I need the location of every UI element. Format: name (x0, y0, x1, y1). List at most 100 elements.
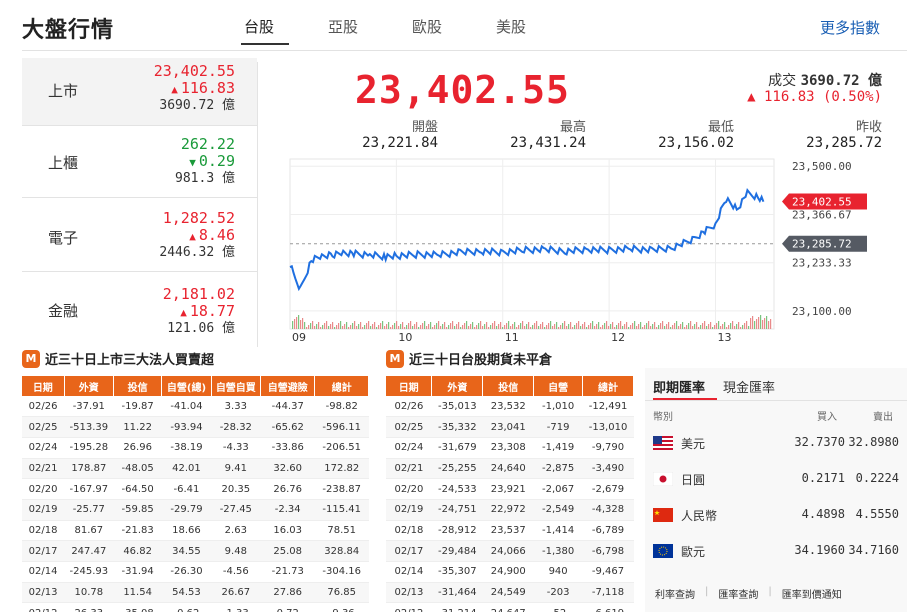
tab-us[interactable]: 美股 (490, 16, 574, 46)
link-separator: | (768, 586, 772, 597)
volume-bar (756, 319, 758, 329)
tab-europe[interactable]: 歐股 (406, 16, 490, 46)
intraday-chart[interactable]: 23,500.00 23,366.67 23,233.33 23,100.00 09 1… (287, 150, 907, 345)
volume-bar (508, 321, 510, 329)
tab-asia[interactable]: 亞股 (322, 16, 406, 46)
date-cell: 02/13 (386, 582, 432, 604)
date-cell: 02/21 (386, 458, 432, 480)
value-cell: 3.33 (211, 396, 261, 418)
value-cell: -33.86 (260, 437, 315, 459)
volume-bar (372, 324, 374, 329)
table-row: 02/20 -24,533 23,921 -2,067 -2,679 (386, 478, 634, 500)
rate-alert-link[interactable]: 匯率到價通知 (782, 586, 842, 601)
value-cell: 54.53 (161, 582, 212, 604)
value-cell: 11.54 (113, 582, 162, 604)
volume-bar (456, 324, 458, 329)
fx-row-usd[interactable]: 美元 32.7370 32.8980 (653, 432, 899, 468)
volume-bar (732, 321, 734, 329)
volume-bar (590, 323, 592, 329)
value-cell: 940 (533, 561, 583, 583)
current-price-tag: 23,402.55 (782, 193, 867, 210)
column-header: 自營自買 (211, 376, 261, 396)
fx-sell-rate: 32.8980 (848, 435, 899, 449)
value-cell: -203 (533, 582, 583, 604)
volume-bar (394, 323, 396, 329)
value-cell: -25,255 (431, 458, 483, 480)
volume-bar (624, 324, 626, 329)
volume-bar (748, 326, 750, 329)
tab-taiwan[interactable]: 台股 (238, 16, 322, 46)
volume-bar (742, 325, 744, 329)
index-item-finance[interactable]: 金融 2,181.02 18.77 121.06 億 (22, 272, 257, 344)
volume-bar (676, 321, 678, 329)
futures-title: 近三十日台股期貨未平倉 (409, 353, 553, 368)
volume-bar (346, 322, 348, 329)
index-item-otc[interactable]: 上櫃 262.22 0.29 981.3 億 (22, 126, 257, 198)
x-tick-label: 13 (717, 331, 731, 344)
volume-bar (294, 319, 296, 329)
volume-bar (426, 326, 428, 329)
column-header: 外資 (64, 376, 114, 396)
value-cell: -2,875 (533, 458, 583, 480)
interest-rate-link[interactable]: 利率查詢 (655, 586, 695, 601)
table-row: 02/12-31,21424,647-52-6,619 (386, 602, 634, 612)
tab-cash-rate[interactable]: 現金匯率 (723, 377, 775, 396)
index-item-listed[interactable]: 上市 23,402.55 116.83 3690.72 億 (22, 58, 257, 126)
volume-bar (634, 321, 636, 329)
volume-bar (304, 322, 306, 329)
exchange-rate-link[interactable]: 匯率查詢 (718, 586, 758, 601)
value-cell: -1,419 (533, 437, 583, 459)
volume-bar (760, 315, 762, 329)
table-row: 02/17 247.47 46.82 34.55 9.48 25.08 328.84 (22, 540, 369, 562)
volume-bar (368, 321, 370, 329)
total-cell: 78.51 (314, 520, 369, 542)
value-cell: -31.94 (113, 561, 162, 583)
value-cell: -26.30 (161, 561, 212, 583)
fx-currency-name: 日圓 (681, 473, 706, 487)
value-cell: -64.50 (113, 478, 162, 500)
date-cell: 02/19 (386, 499, 432, 521)
date-cell: 02/20 (22, 478, 65, 500)
volume-bar (398, 326, 400, 329)
value-cell: -21.73 (260, 561, 315, 583)
fx-row-cny[interactable]: 人民幣 4.4898 4.5550 (653, 504, 899, 540)
fx-divider (645, 400, 907, 401)
value-cell: -0.62 (161, 602, 212, 612)
volume-bar (630, 325, 632, 329)
fx-sell-rate: 0.2224 (855, 471, 899, 485)
volume-bar (586, 327, 588, 329)
volume-bar (632, 323, 634, 329)
table-row: 02/26 -35,013 23,532 -1,010 -12,491 (386, 396, 634, 418)
index-item-electronics[interactable]: 電子 1,282.52 8.46 2446.32 億 (22, 198, 257, 272)
volume-bar (442, 324, 444, 329)
tab-spot-rate[interactable]: 即期匯率 (653, 377, 705, 396)
us-flag-icon (653, 436, 673, 450)
volume-bar (762, 320, 764, 329)
value-cell: 9.41 (211, 458, 261, 480)
volume-bar (396, 321, 398, 329)
volume-bar (606, 321, 608, 329)
stat-label: 昨收 (855, 120, 882, 135)
more-indices-link[interactable]: 更多指數 (820, 17, 880, 38)
index-volume: 121.06 億 (167, 321, 235, 336)
link-separator: | (705, 586, 709, 597)
volume-bar (578, 321, 580, 329)
volume-bar (326, 321, 328, 329)
date-cell: 02/21 (22, 458, 65, 480)
volume-bar (500, 322, 502, 329)
volume-bar (576, 323, 578, 329)
table-row: 02/25 -35,332 23,041 -719 -13,010 (386, 416, 634, 438)
volume-bar (374, 322, 376, 329)
fx-row-eur[interactable]: 歐元 34.1960 34.7160 (653, 540, 899, 576)
date-cell: 02/25 (386, 416, 432, 438)
fx-row-jpy[interactable]: 日圓 0.2171 0.2224 (653, 468, 899, 504)
volume-bar (400, 324, 402, 329)
volume-bar (516, 327, 518, 329)
volume-bar (440, 326, 442, 329)
index-name: 上櫃 (48, 154, 79, 172)
volume-bar (360, 322, 362, 329)
table-row: 02/24 -31,679 23,308 -1,419 -9,790 (386, 437, 634, 459)
table-row: 02/19 -25.77 -59.85 -29.79 -27.45 -2.34 -115.4… (22, 499, 369, 521)
volume-bar (306, 327, 308, 329)
date-cell: 02/12 (22, 602, 65, 612)
